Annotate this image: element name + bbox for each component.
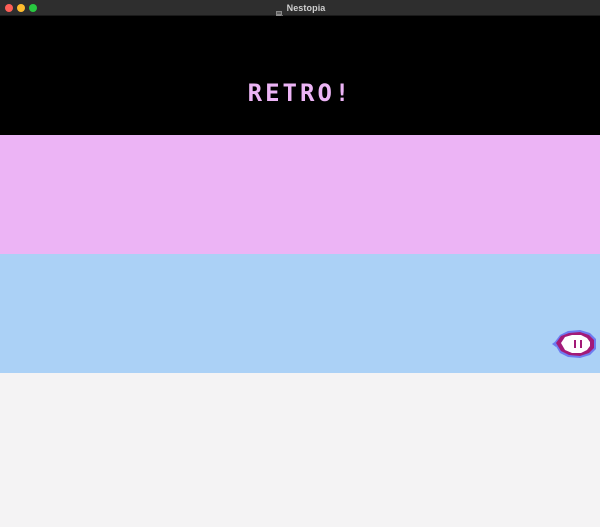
retro-headline: RETRO! [247,79,353,107]
nestopia-icon [275,4,284,18]
window-title: Nestopia [286,3,326,13]
black-band [0,16,600,135]
game-screen[interactable]: RETRO! [0,16,600,527]
eye-creature-sprite [550,327,598,361]
title-bar[interactable]: Nestopia [0,0,600,18]
white-band [0,373,600,527]
pink-band [0,135,600,254]
nestopia-window: Nestopia RETRO! [0,0,600,527]
title-group: Nestopia [0,0,600,18]
blue-band [0,254,600,373]
